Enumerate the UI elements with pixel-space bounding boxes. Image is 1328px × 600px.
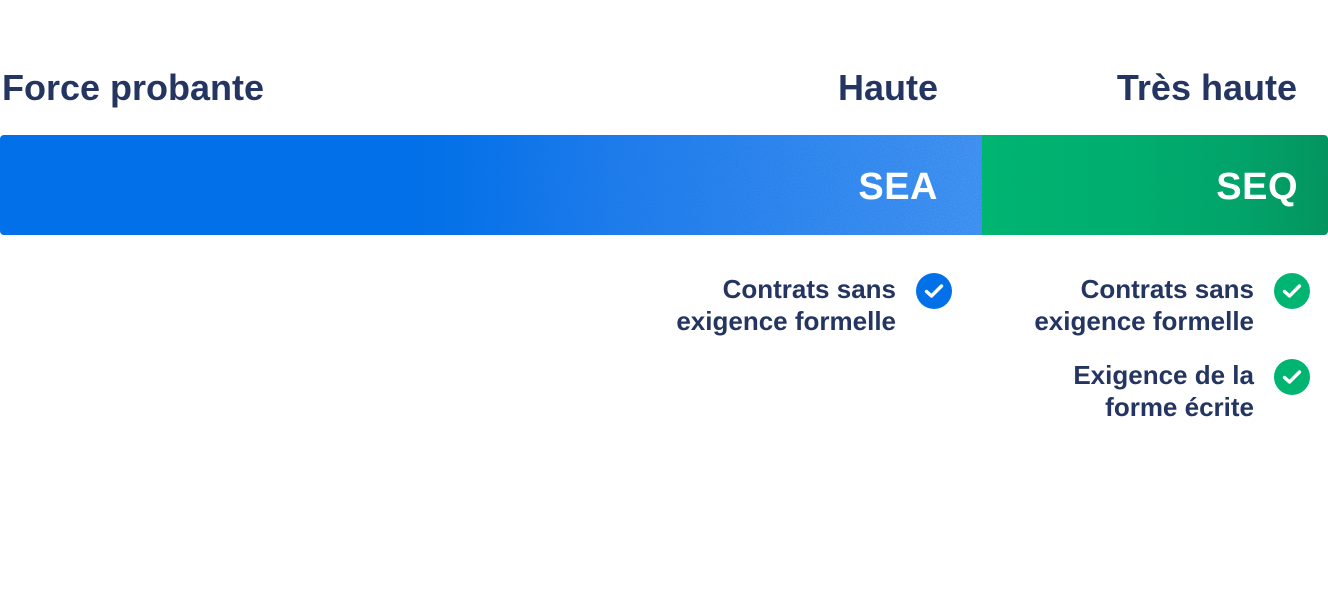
sea-feature-contrats: Contrats sans exigence formelle [676, 273, 952, 337]
heading-force-probante: Force probante [2, 67, 265, 108]
feature-text: Contrats sans exigence formelle [676, 274, 896, 336]
check-circle-icon [1274, 273, 1310, 309]
sea-bar: SEA [0, 135, 982, 235]
sea-bar-texture [0, 135, 982, 235]
seq-feature-forme-ecrite: Exigence de la forme écrite [1073, 359, 1310, 423]
feature-text: Contrats sans exigence formelle [1034, 274, 1254, 336]
seq-feature-contrats: Contrats sans exigence formelle [1034, 273, 1310, 337]
seq-bar: SEQ [982, 135, 1328, 235]
check-circle-icon [1274, 359, 1310, 395]
seq-label: SEQ [1216, 166, 1298, 208]
check-circle-icon [916, 273, 952, 309]
sea-label: SEA [858, 166, 938, 208]
heading-tres-haute: Très haute [1116, 67, 1297, 108]
feature-text: Exigence de la forme écrite [1073, 360, 1254, 422]
heading-haute: Haute [837, 67, 938, 108]
